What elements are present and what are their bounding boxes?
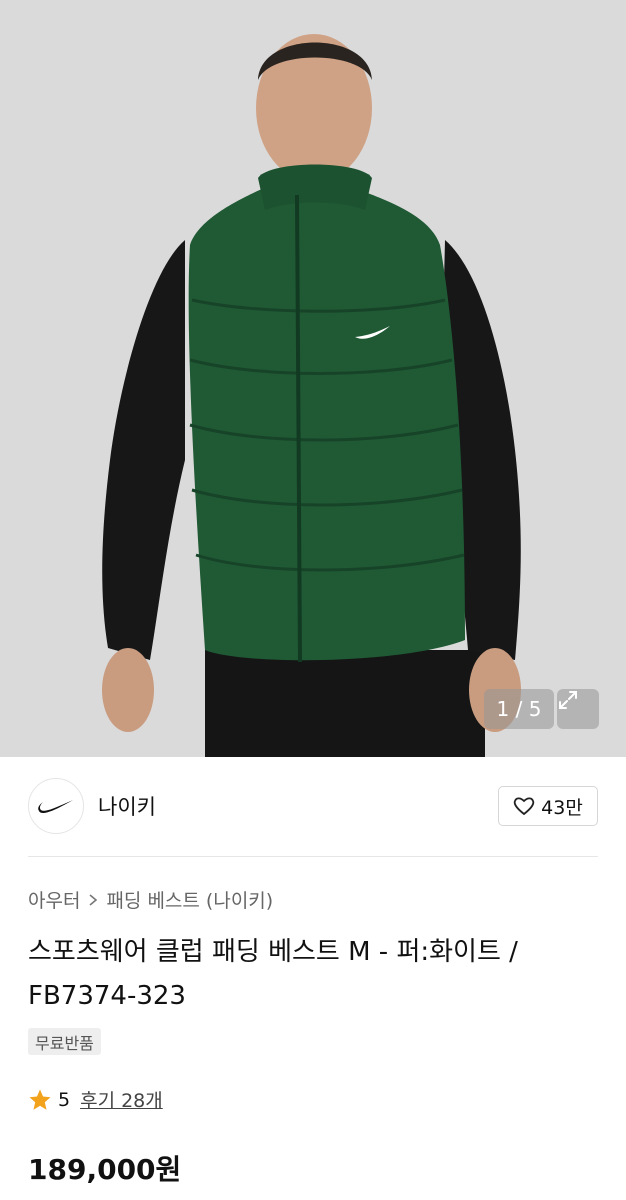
like-count: 43만: [541, 796, 583, 819]
brand-row: 나이키 43만: [28, 778, 598, 834]
rating-row: 5 후기 28개: [28, 1086, 163, 1113]
brand-logo[interactable]: [28, 778, 84, 834]
expand-icon: [559, 691, 577, 709]
reviews-link[interactable]: 후기 28개: [80, 1086, 163, 1113]
breadcrumb-subcategory[interactable]: 패딩 베스트 (나이키): [106, 886, 273, 913]
product-photo: [0, 0, 626, 757]
swoosh-logo: [38, 800, 73, 814]
star-icon: [29, 1089, 51, 1110]
expand-button[interactable]: [557, 689, 599, 729]
product-image[interactable]: 1 / 5: [0, 0, 626, 757]
breadcrumb: 아우터 패딩 베스트 (나이키): [28, 886, 273, 913]
image-counter: 1 / 5: [484, 689, 554, 729]
product-price: 189,000원: [28, 1153, 182, 1186]
product-title: 스포츠웨어 클럽 패딩 베스트 M - 퍼:화이트 / FB7374-323: [28, 937, 518, 1011]
rating-value: 5: [58, 1088, 71, 1111]
like-button[interactable]: 43만: [498, 786, 598, 826]
breadcrumb-category[interactable]: 아우터: [28, 886, 80, 913]
free-return-badge: 무료반품: [28, 1028, 101, 1055]
heart-icon: [513, 797, 535, 816]
brand-name[interactable]: 나이키: [98, 791, 156, 821]
chevron-right-icon: [89, 893, 98, 906]
divider: [28, 856, 598, 857]
